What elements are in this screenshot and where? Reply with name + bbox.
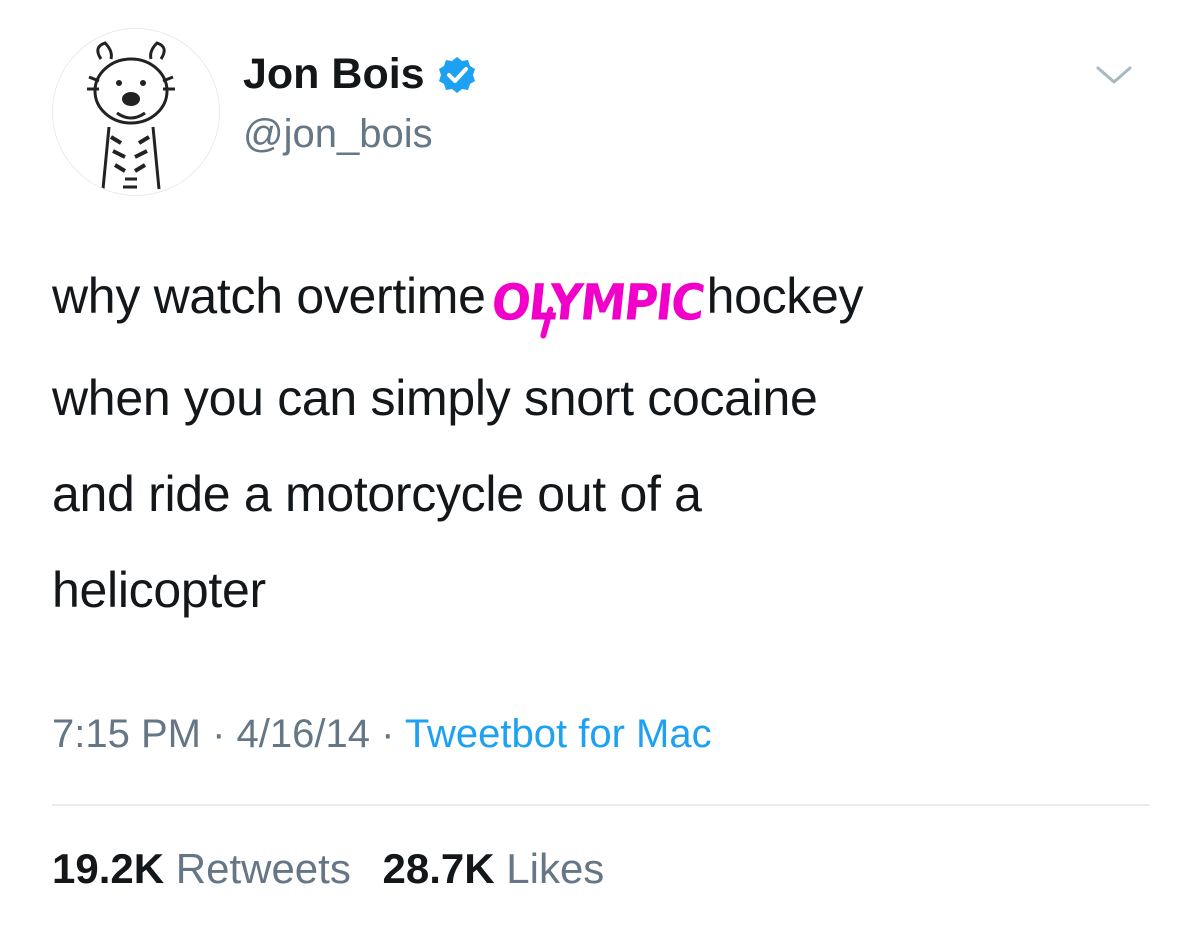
handwritten-scrawl: OLYMPIC xyxy=(486,250,708,354)
avatar[interactable] xyxy=(52,28,220,196)
tweet-time[interactable]: 7:15 PM xyxy=(52,712,201,756)
scrawl-text: OLYMPIC xyxy=(488,272,706,332)
tweet-meta: 7:15 PM · 4/16/14 · Tweetbot for Mac xyxy=(52,712,712,757)
verified-badge-icon xyxy=(438,56,475,93)
likes-count: 28.7K xyxy=(382,845,495,892)
tweet-line-2: when you can simply snort cocaine xyxy=(52,370,818,426)
tweet-date[interactable]: 4/16/14 xyxy=(237,712,370,756)
retweets-count: 19.2K xyxy=(52,845,165,892)
retweets-label: Retweets xyxy=(175,845,351,892)
meta-separator: · xyxy=(369,712,405,756)
author-name-row[interactable]: Jon Bois xyxy=(243,50,477,99)
tweet-line-4: helicopter xyxy=(52,562,266,618)
tweet-text-segment: why watch overtime xyxy=(52,268,486,324)
chevron-down-icon[interactable] xyxy=(1092,60,1136,92)
tweet-line-3: and ride a motorcycle out of a xyxy=(52,466,702,522)
tweet-source-link[interactable]: Tweetbot for Mac xyxy=(405,712,712,756)
divider xyxy=(52,804,1150,806)
author-display-name[interactable]: Jon Bois xyxy=(243,50,425,99)
tweet-text-segment: hockey xyxy=(706,268,864,324)
tweet-stats: 19.2K Retweets 28.7K Likes xyxy=(52,845,624,893)
tweet-text: why watch overtimeOLYMPIC hockey when you… xyxy=(52,248,1152,638)
author-handle[interactable]: @jon_bois xyxy=(243,112,433,157)
likes-label: Likes xyxy=(506,845,605,892)
tweet-line-1: why watch overtimeOLYMPIC hockey xyxy=(52,248,1152,350)
likes-stat[interactable]: 28.7K Likes xyxy=(383,845,605,892)
retweets-stat[interactable]: 19.2K Retweets xyxy=(52,845,351,892)
tiger-avatar-icon xyxy=(87,41,175,190)
meta-separator: · xyxy=(200,712,237,756)
